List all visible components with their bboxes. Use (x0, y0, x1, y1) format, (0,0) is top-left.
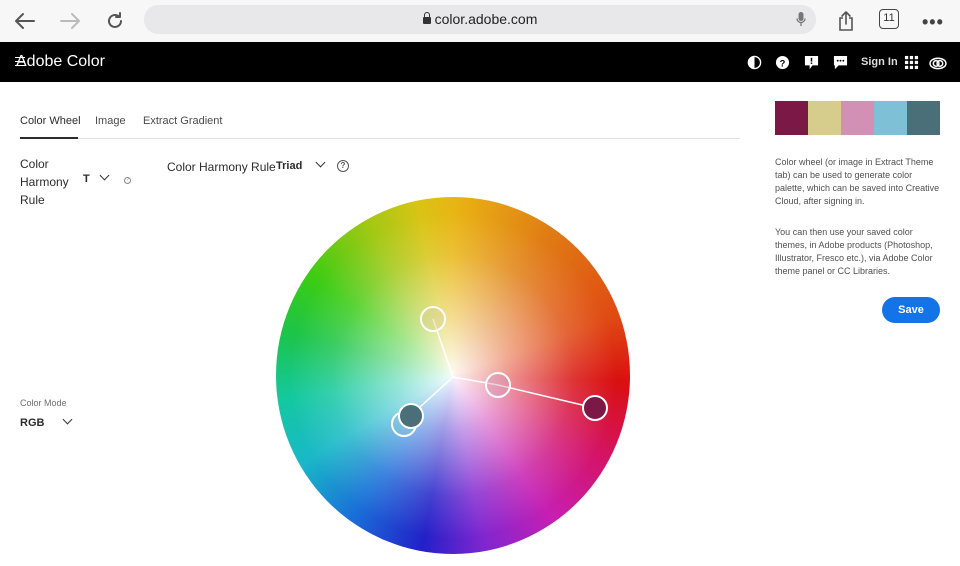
sign-in-link[interactable]: Sign In (861, 56, 898, 68)
harmony-rule-value: T (83, 173, 90, 185)
harmony-rule-label: Color Harmony Rule (20, 157, 69, 207)
color-mode-dropdown[interactable]: RGB (20, 414, 72, 429)
tab-image[interactable]: Image (95, 115, 126, 127)
creative-cloud-icon[interactable] (928, 55, 948, 70)
chat-icon[interactable] (833, 55, 848, 70)
info-paragraph: You can then use your saved color themes… (775, 227, 933, 276)
microphone-icon[interactable] (796, 11, 806, 32)
wheel-handles (391, 306, 608, 437)
share-icon[interactable] (834, 9, 858, 33)
palette-swatch[interactable] (874, 101, 907, 135)
connector-line (497, 384, 596, 409)
back-arrow-icon[interactable] (13, 9, 37, 33)
contrast-icon[interactable] (747, 55, 762, 70)
color-mode-value: RGB (20, 417, 45, 429)
harmony-help-icon[interactable]: ? (124, 177, 131, 184)
lock-icon (422, 12, 431, 24)
color-handle-base[interactable] (398, 403, 424, 429)
color-handle[interactable] (420, 306, 446, 332)
chevron-down-icon (315, 157, 326, 168)
tab-count-button[interactable]: 11 (879, 9, 899, 29)
reload-icon[interactable] (103, 9, 127, 33)
help-circle-icon[interactable]: ? (337, 160, 349, 172)
apps-grid-icon[interactable] (904, 55, 919, 70)
tab-extract-gradient[interactable]: Extract Gradient (143, 115, 222, 127)
more-options-icon[interactable]: ••• (922, 12, 944, 33)
app-title[interactable]: Adobe Color (16, 53, 105, 71)
svg-text:?: ? (780, 58, 786, 68)
tab-color-wheel[interactable]: Color Wheel (20, 115, 81, 127)
address-bar[interactable]: color.adobe.com (144, 5, 816, 34)
palette-swatch[interactable] (775, 101, 808, 135)
color-palette (775, 101, 940, 135)
palette-swatch[interactable] (907, 101, 940, 135)
info-paragraph: Color wheel (or image in Extract Theme t… (775, 157, 940, 206)
mode-tabs: Color Wheel Image Extract Gradient (20, 113, 740, 139)
color-mode-label: Color Mode (20, 398, 67, 408)
forward-arrow-icon[interactable] (58, 9, 82, 33)
palette-swatch[interactable] (841, 101, 874, 135)
harmony-rule-dropdown[interactable]: T (83, 170, 110, 185)
palette-swatch[interactable] (808, 101, 841, 135)
browser-toolbar: color.adobe.com 11 ••• (0, 0, 960, 42)
save-button[interactable]: Save (882, 297, 940, 323)
active-tab-indicator (20, 137, 78, 139)
chevron-down-icon (99, 170, 110, 181)
url-text: color.adobe.com (434, 11, 538, 27)
color-handle[interactable] (582, 395, 608, 421)
wheel-harmony-rule-value: Triad (276, 160, 303, 172)
color-handle[interactable] (485, 372, 511, 398)
feedback-icon[interactable] (804, 55, 819, 70)
color-wheel[interactable] (276, 197, 630, 554)
chevron-down-icon (62, 414, 72, 425)
wheel-harmony-rule-label: Color Harmony Rule (167, 160, 276, 174)
wheel-harmony-rule-dropdown[interactable]: Triad (276, 157, 326, 172)
app-header: Adobe Color ? Sign In (0, 42, 960, 82)
help-icon[interactable]: ? (775, 55, 790, 70)
